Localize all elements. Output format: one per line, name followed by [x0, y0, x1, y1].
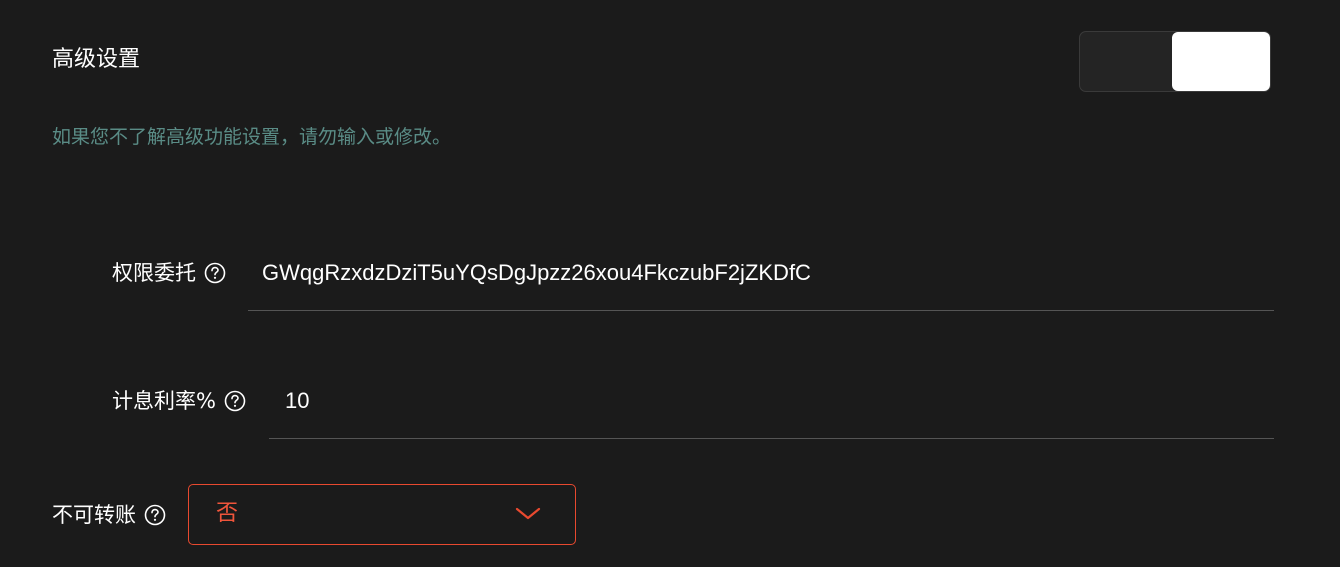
chevron-down-icon [515, 506, 541, 522]
help-icon[interactable] [204, 262, 226, 284]
interest-rate-label: 计息利率% [112, 389, 216, 413]
non-transferable-select[interactable]: 否 [188, 484, 576, 545]
delegation-underline [248, 310, 1274, 311]
advanced-settings-panel: 高级设置 如果您不了解高级功能设置，请勿输入或修改。 权限委托 计息利率% [0, 0, 1340, 567]
delegation-input[interactable] [262, 257, 1262, 289]
section-title: 高级设置 [52, 47, 141, 72]
help-icon[interactable] [224, 390, 246, 412]
non-transferable-label: 不可转账 [52, 503, 136, 527]
select-value: 否 [216, 501, 239, 526]
delegation-label: 权限委托 [112, 261, 196, 285]
help-icon[interactable] [144, 504, 166, 526]
advanced-settings-toggle[interactable] [1079, 31, 1271, 92]
advanced-settings-hint: 如果您不了解高级功能设置，请勿输入或修改。 [52, 126, 452, 148]
interest-rate-label-group: 计息利率% [112, 385, 246, 417]
interest-rate-underline [269, 438, 1274, 439]
interest-rate-input[interactable] [285, 385, 1265, 417]
toggle-knob [1172, 32, 1270, 91]
non-transferable-label-group: 不可转账 [52, 499, 166, 531]
delegation-label-group: 权限委托 [112, 257, 226, 289]
